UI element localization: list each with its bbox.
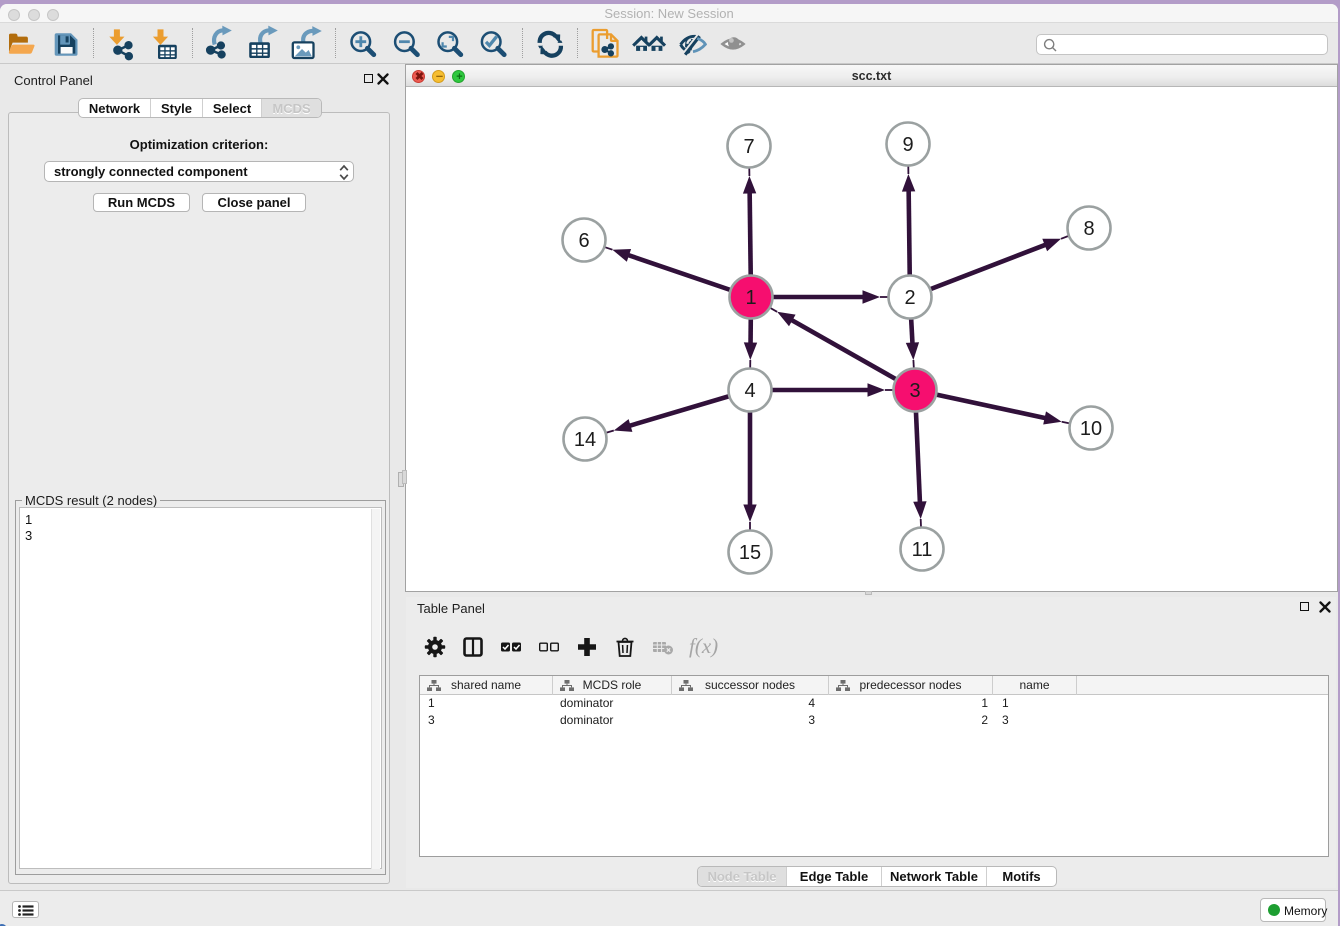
svg-text:10: 10 bbox=[1080, 418, 1102, 440]
svg-text:1: 1 bbox=[745, 287, 756, 309]
svg-text:2: 2 bbox=[904, 287, 915, 309]
svg-text:4: 4 bbox=[744, 380, 755, 402]
svg-text:11: 11 bbox=[912, 539, 933, 561]
svg-text:3: 3 bbox=[909, 380, 920, 402]
svg-text:6: 6 bbox=[578, 230, 589, 252]
svg-text:7: 7 bbox=[743, 136, 754, 158]
svg-text:8: 8 bbox=[1083, 218, 1094, 240]
svg-text:14: 14 bbox=[574, 429, 596, 451]
svg-text:9: 9 bbox=[902, 134, 913, 156]
svg-text:15: 15 bbox=[739, 542, 761, 564]
